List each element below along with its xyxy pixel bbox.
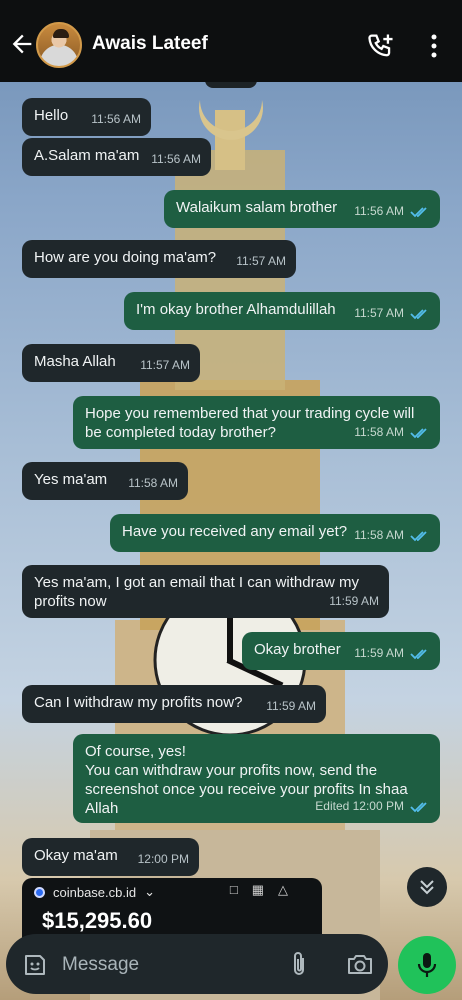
message-bubble-outgoing[interactable]: I'm okay brother Alhamdulillah 11:57 AM (124, 292, 440, 330)
message-bubble-outgoing[interactable]: Hope you remembered that your trading cy… (73, 396, 440, 449)
message-bubble-incoming[interactable]: How are you doing ma'am? 11:57 AM (22, 240, 296, 278)
image-site-label: coinbase.cb.id (53, 884, 137, 900)
message-bubble-incoming[interactable]: Okay ma'am 12:00 PM (22, 838, 199, 876)
double-check-icon (410, 427, 427, 438)
message-bubble-outgoing[interactable]: Have you received any email yet? 11:58 A… (110, 514, 440, 552)
message-time: 11:58 AM (354, 425, 404, 439)
image-toolbar-icons: □▦△ (229, 882, 302, 897)
message-meta: 11:57 AM (354, 304, 430, 323)
message-time: 11:59 AM (329, 594, 379, 608)
microphone-button[interactable] (398, 936, 456, 994)
message-time: 11:58 AM (354, 528, 404, 542)
double-check-icon (410, 206, 427, 217)
message-meta: 11:57 AM (140, 356, 190, 375)
message-time: 11:58 AM (128, 476, 178, 490)
message-meta: 11:59 AM (266, 697, 316, 716)
message-time: 11:59 AM (354, 646, 404, 660)
message-meta: 11:56 AM (151, 150, 201, 169)
image-message-preview[interactable]: coinbase.cb.id ⌄ □▦△ $15,295.60 (22, 878, 322, 938)
scroll-to-bottom-button[interactable] (407, 867, 447, 907)
double-check-icon (410, 648, 427, 659)
message-time: 12:00 PM (137, 852, 189, 866)
message-meta: 11:59 AM (329, 592, 379, 611)
paperclip-icon[interactable] (288, 950, 310, 978)
double-check-icon (410, 308, 427, 319)
double-chevron-down-icon (420, 880, 434, 895)
message-bubble-incoming[interactable]: Hello 11:56 AM (22, 98, 151, 136)
message-time: 11:56 AM (91, 112, 141, 126)
sticker-icon[interactable] (22, 952, 48, 978)
message-time: 11:56 AM (151, 152, 201, 166)
message-meta: 11:56 AM (91, 110, 141, 129)
chat-header: Awais Lateef (0, 0, 462, 82)
add-call-icon[interactable] (366, 32, 396, 60)
message-meta: Edited 12:00 PM (315, 797, 430, 816)
message-bubble-incoming[interactable]: Yes ma'am, I got an email that I can wit… (22, 565, 389, 618)
message-bubble-incoming[interactable]: Masha Allah 11:57 AM (22, 344, 200, 382)
message-time: 11:57 AM (354, 306, 404, 320)
avatar[interactable] (36, 22, 82, 68)
message-bubble-outgoing[interactable]: Of course, yes! You can withdraw your pr… (73, 734, 440, 823)
message-meta: 11:58 AM (128, 474, 178, 493)
double-check-icon (410, 530, 427, 541)
camera-icon[interactable] (346, 952, 374, 976)
back-arrow-icon[interactable] (8, 30, 36, 58)
chevron-down-icon: ⌄ (144, 884, 156, 899)
message-time: Edited 12:00 PM (315, 799, 404, 813)
message-meta: 11:56 AM (354, 202, 430, 221)
message-meta: 11:59 AM (354, 644, 430, 663)
message-meta: 11:58 AM (354, 526, 430, 545)
microphone-icon (417, 953, 437, 977)
message-meta: 11:58 AM (354, 423, 430, 442)
message-input[interactable] (62, 952, 262, 978)
message-bubble-incoming[interactable]: Can I withdraw my profits now? 11:59 AM (22, 685, 326, 723)
message-time: 11:56 AM (354, 204, 404, 218)
message-list[interactable]: Hello 11:56 AM A.Salam ma'am 11:56 AM Wa… (0, 78, 462, 938)
message-composer (6, 934, 388, 994)
contact-name[interactable]: Awais Lateef (92, 33, 208, 55)
coinbase-logo-icon (34, 886, 45, 898)
message-bubble-outgoing[interactable]: Walaikum salam brother 11:56 AM (164, 190, 440, 228)
message-time: 11:57 AM (236, 254, 286, 268)
message-time: 11:59 AM (266, 699, 316, 713)
message-meta: 11:57 AM (236, 252, 286, 271)
message-text: Yes ma'am, I got an email that I can wit… (34, 574, 364, 610)
image-site-bar: coinbase.cb.id ⌄ (34, 884, 155, 900)
message-time: 11:57 AM (140, 358, 190, 372)
message-bubble-incoming[interactable]: Yes ma'am 11:58 AM (22, 462, 188, 500)
vertical-dots-icon[interactable] (424, 32, 444, 60)
double-check-icon (410, 801, 427, 812)
message-bubble-incoming[interactable]: A.Salam ma'am 11:56 AM (22, 138, 211, 176)
message-meta: 12:00 PM (138, 850, 189, 869)
message-bubble-outgoing[interactable]: Okay brother 11:59 AM (242, 632, 440, 670)
image-amount: $15,295.60 (42, 908, 153, 933)
